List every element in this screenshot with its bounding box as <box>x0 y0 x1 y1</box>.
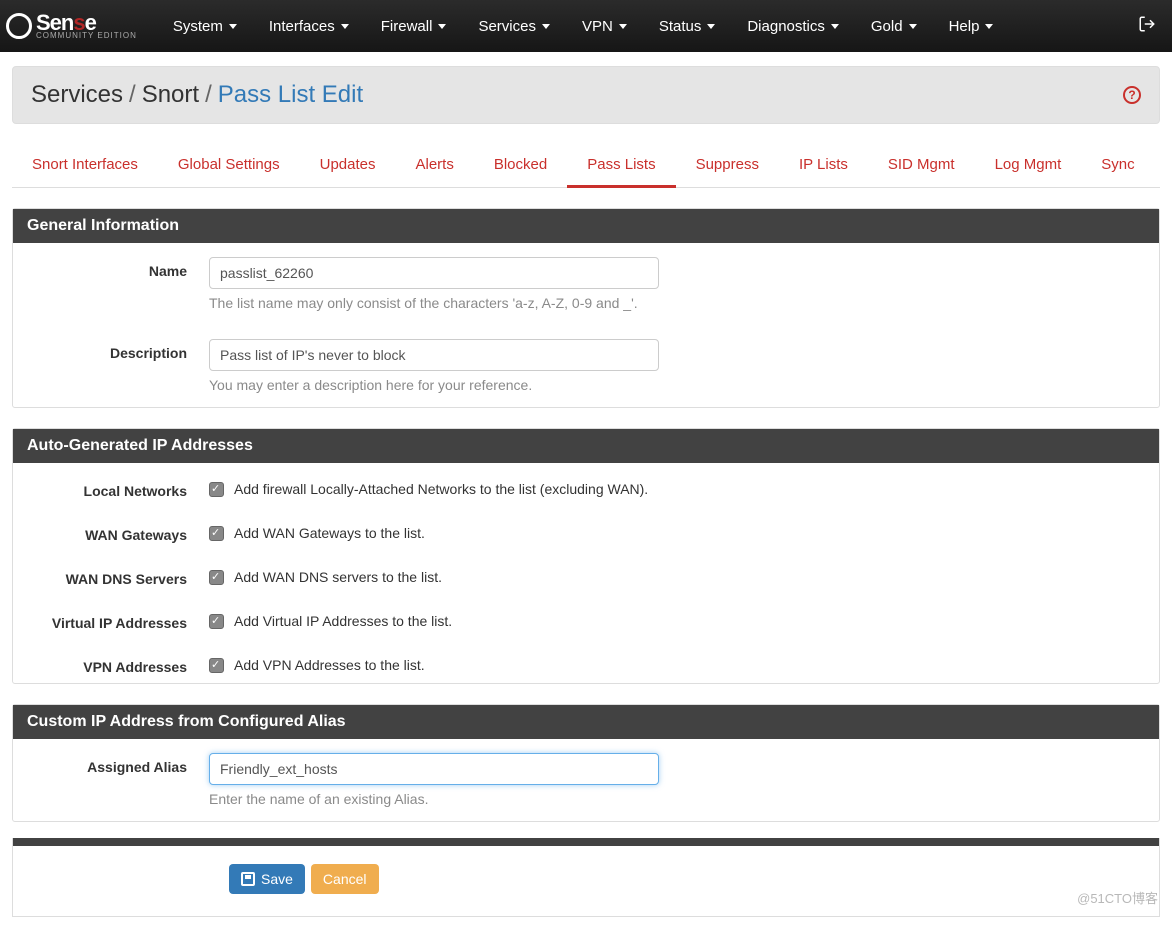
label-wan-gateways: WAN Gateways <box>29 521 209 543</box>
text-vpn-addresses: Add VPN Addresses to the list. <box>234 657 425 673</box>
caret-down-icon <box>985 24 993 29</box>
label-name: Name <box>29 257 209 279</box>
help-name: The list name may only consist of the ch… <box>209 295 1143 311</box>
nav-system[interactable]: System <box>159 10 251 43</box>
row-name: Name The list name may only consist of t… <box>13 243 1159 325</box>
tab-snort-interfaces[interactable]: Snort Interfaces <box>12 144 158 187</box>
tab-pass-lists[interactable]: Pass Lists <box>567 144 675 187</box>
nav-services[interactable]: Services <box>464 10 564 43</box>
caret-down-icon <box>438 24 446 29</box>
label-wan-dns: WAN DNS Servers <box>29 565 209 587</box>
caret-down-icon <box>707 24 715 29</box>
panel-actions: Save Cancel <box>12 838 1160 917</box>
caret-down-icon <box>619 24 627 29</box>
nav-links: System Interfaces Firewall Services VPN … <box>159 10 1008 43</box>
checkbox-wan-dns[interactable] <box>209 570 224 585</box>
breadcrumb-sep: / <box>205 81 212 109</box>
row-virtual-ip: Virtual IP Addresses Add Virtual IP Addr… <box>13 595 1159 639</box>
panel-title-autogen: Auto-Generated IP Addresses <box>13 429 1159 463</box>
tab-updates[interactable]: Updates <box>300 144 396 187</box>
caret-down-icon <box>909 24 917 29</box>
row-vpn-addresses: VPN Addresses Add VPN Addresses to the l… <box>13 639 1159 683</box>
save-button[interactable]: Save <box>229 864 305 894</box>
panel-autogen: Auto-Generated IP Addresses Local Networ… <box>12 428 1160 684</box>
tab-sync[interactable]: Sync <box>1081 144 1154 187</box>
nav-vpn[interactable]: VPN <box>568 10 641 43</box>
panel-title-custom: Custom IP Address from Configured Alias <box>13 705 1159 739</box>
input-description[interactable] <box>209 339 659 371</box>
nav-interfaces[interactable]: Interfaces <box>255 10 363 43</box>
tab-ip-lists[interactable]: IP Lists <box>779 144 868 187</box>
panel-custom-alias: Custom IP Address from Configured Alias … <box>12 704 1160 822</box>
text-wan-gateways: Add WAN Gateways to the list. <box>234 525 425 541</box>
label-description: Description <box>29 339 209 361</box>
logout-icon[interactable] <box>1138 15 1156 38</box>
breadcrumb-sep: / <box>129 81 136 109</box>
tab-log-mgmt[interactable]: Log Mgmt <box>975 144 1082 187</box>
checkbox-wan-gateways[interactable] <box>209 526 224 541</box>
crumb-passlist-edit: Pass List Edit <box>218 81 363 109</box>
caret-down-icon <box>831 24 839 29</box>
tab-suppress[interactable]: Suppress <box>676 144 779 187</box>
text-local-networks: Add firewall Locally-Attached Networks t… <box>234 481 648 497</box>
save-icon <box>241 872 255 886</box>
label-local-networks: Local Networks <box>29 477 209 499</box>
nav-gold[interactable]: Gold <box>857 10 931 43</box>
tab-bar: Snort Interfaces Global Settings Updates… <box>12 134 1160 188</box>
checkbox-vpn-addresses[interactable] <box>209 658 224 673</box>
nav-status[interactable]: Status <box>645 10 730 43</box>
tab-global-settings[interactable]: Global Settings <box>158 144 300 187</box>
tab-alerts[interactable]: Alerts <box>396 144 474 187</box>
panel-general: General Information Name The list name m… <box>12 208 1160 408</box>
top-navbar: Sense COMMUNITY EDITION System Interface… <box>0 0 1172 52</box>
row-assigned-alias: Assigned Alias Enter the name of an exis… <box>13 739 1159 821</box>
label-vpn-addresses: VPN Addresses <box>29 653 209 675</box>
input-assigned-alias[interactable] <box>209 753 659 785</box>
row-local-networks: Local Networks Add firewall Locally-Atta… <box>13 463 1159 507</box>
text-virtual-ip: Add Virtual IP Addresses to the list. <box>234 613 452 629</box>
logo-icon <box>6 13 32 39</box>
nav-help[interactable]: Help <box>935 10 1008 43</box>
caret-down-icon <box>542 24 550 29</box>
checkbox-local-networks[interactable] <box>209 482 224 497</box>
page-header: Services / Snort / Pass List Edit ? <box>12 66 1160 124</box>
row-wan-gateways: WAN Gateways Add WAN Gateways to the lis… <box>13 507 1159 551</box>
cancel-button[interactable]: Cancel <box>311 864 379 894</box>
brand-logo[interactable]: Sense COMMUNITY EDITION <box>6 12 137 40</box>
label-virtual-ip: Virtual IP Addresses <box>29 609 209 631</box>
crumb-services[interactable]: Services <box>31 81 123 109</box>
caret-down-icon <box>341 24 349 29</box>
tab-sid-mgmt[interactable]: SID Mgmt <box>868 144 975 187</box>
text-wan-dns: Add WAN DNS servers to the list. <box>234 569 442 585</box>
help-description: You may enter a description here for you… <box>209 377 1143 393</box>
checkbox-virtual-ip[interactable] <box>209 614 224 629</box>
panel-title-general: General Information <box>13 209 1159 243</box>
tab-blocked[interactable]: Blocked <box>474 144 567 187</box>
brand-text: Sense COMMUNITY EDITION <box>36 12 137 40</box>
row-wan-dns: WAN DNS Servers Add WAN DNS servers to t… <box>13 551 1159 595</box>
label-assigned-alias: Assigned Alias <box>29 753 209 775</box>
nav-firewall[interactable]: Firewall <box>367 10 461 43</box>
caret-down-icon <box>229 24 237 29</box>
crumb-snort[interactable]: Snort <box>142 81 199 109</box>
help-icon[interactable]: ? <box>1123 86 1141 104</box>
row-description: Description You may enter a description … <box>13 325 1159 407</box>
nav-diagnostics[interactable]: Diagnostics <box>733 10 853 43</box>
input-name[interactable] <box>209 257 659 289</box>
watermark: @51CTO博客 <box>1077 888 1158 907</box>
help-assigned-alias: Enter the name of an existing Alias. <box>209 791 1143 807</box>
